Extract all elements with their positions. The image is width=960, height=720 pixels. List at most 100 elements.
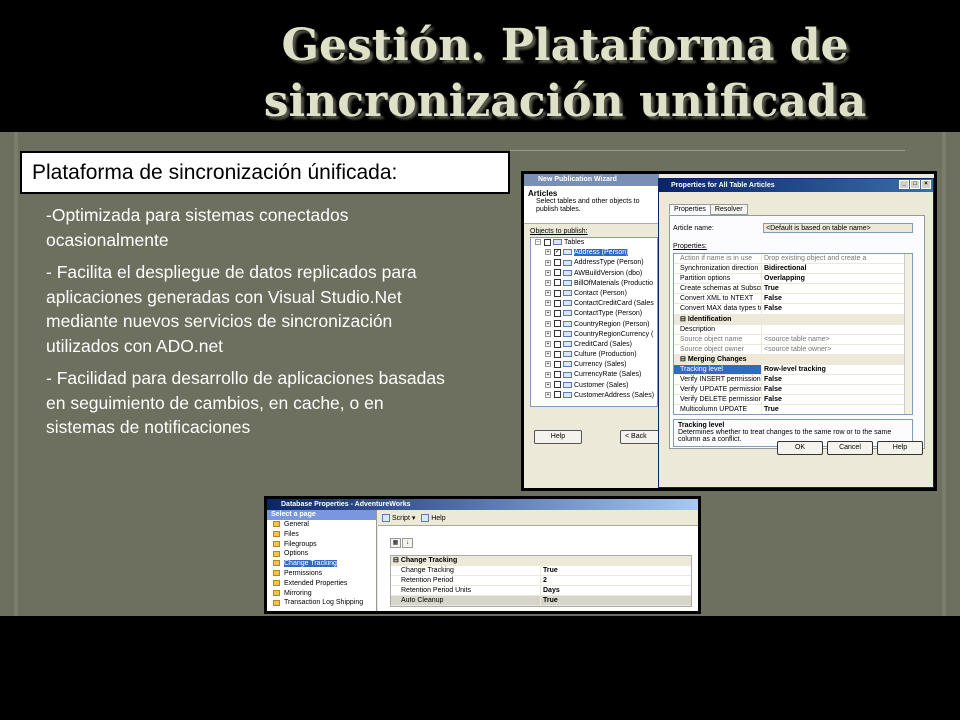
grid-scrollbar[interactable] [904, 254, 912, 414]
script-icon[interactable] [382, 514, 390, 523]
tree-item[interactable]: + Customer (Sales) [531, 381, 657, 391]
property-value[interactable]: True [541, 566, 691, 575]
expand-icon[interactable]: + [545, 269, 551, 276]
property-value[interactable]: False [762, 395, 912, 404]
objects-tree[interactable]: − Tables + ✓ Address (Person) + AddressType (… [530, 237, 658, 407]
page-item[interactable]: Options [267, 549, 376, 559]
checkbox[interactable] [554, 320, 561, 328]
tree-item[interactable]: + BillOfMaterials (Productio [531, 279, 657, 289]
grid-row[interactable]: Source object name <source table name> [674, 334, 912, 345]
expand-icon[interactable]: + [545, 249, 551, 256]
property-value[interactable]: False [762, 375, 912, 384]
property-value[interactable]: False [762, 385, 912, 394]
page-item[interactable]: General [267, 520, 376, 530]
property-value[interactable]: Overlapping [762, 274, 912, 283]
help-button[interactable]: Help [877, 441, 923, 455]
property-value[interactable]: False [762, 304, 912, 313]
checkbox[interactable] [554, 391, 561, 399]
alphabetical-icon[interactable]: ↓ [402, 538, 413, 548]
categorized-icon[interactable]: ▦ [390, 538, 401, 548]
expand-icon[interactable]: + [545, 341, 551, 348]
tab-resolver[interactable]: Resolver [709, 204, 748, 215]
grid-row[interactable]: Change Tracking True [391, 566, 691, 576]
page-item[interactable]: Transaction Log Shipping [267, 598, 376, 608]
property-value[interactable]: True [762, 284, 912, 293]
script-button[interactable]: Script [392, 515, 410, 522]
article-name-field[interactable]: <Default is based on table name> [763, 223, 913, 233]
tree-item[interactable]: + CurrencyRate (Sales) [531, 370, 657, 380]
checkbox[interactable] [554, 279, 561, 287]
page-item[interactable]: Filegroups [267, 540, 376, 550]
checkbox[interactable] [554, 340, 561, 348]
expand-icon[interactable]: + [545, 279, 551, 286]
checkbox[interactable] [554, 350, 561, 358]
grid-row[interactable]: Convert MAX data types to N False [674, 304, 912, 315]
expand-icon[interactable]: + [545, 259, 551, 266]
checkbox[interactable] [554, 269, 561, 277]
help-icon[interactable] [421, 514, 430, 523]
property-value[interactable]: True [762, 405, 912, 414]
checkbox[interactable] [554, 259, 561, 267]
grid-row[interactable]: Verify INSERT permission False [674, 375, 912, 386]
checkbox[interactable] [554, 330, 561, 338]
checkbox[interactable] [544, 238, 551, 246]
tree-item[interactable]: + Culture (Production) [531, 350, 657, 360]
checkbox[interactable] [554, 289, 561, 297]
tab-properties[interactable]: Properties [669, 204, 711, 215]
expand-icon[interactable]: + [545, 391, 551, 398]
grid-row[interactable]: Verify DELETE permission False [674, 395, 912, 406]
page-item[interactable]: Files [267, 530, 376, 540]
close-icon[interactable]: × [921, 180, 931, 189]
grid-row[interactable]: Synchronization direction Bidirectional [674, 264, 912, 275]
grid-row[interactable]: Source object owner <source table owner> [674, 344, 912, 355]
grid-row[interactable]: Create schemas at SubscribeTrue [674, 284, 912, 295]
tree-item[interactable]: + ✓ Address (Person) [531, 248, 657, 258]
expand-icon[interactable]: + [545, 320, 551, 327]
expand-icon[interactable]: + [545, 310, 551, 317]
tree-item[interactable]: + CreditCard (Sales) [531, 340, 657, 350]
minimize-icon[interactable]: _ [899, 180, 909, 189]
db-help-button[interactable]: Help [431, 515, 445, 522]
tree-item[interactable]: + CountryRegionCurrency ( [531, 330, 657, 340]
grid-row[interactable]: Auto Cleanup True [391, 596, 691, 606]
tree-item[interactable]: + CustomerAddress (Sales) [531, 391, 657, 401]
tree-item[interactable]: + AWBuildVersion (dbo) [531, 269, 657, 279]
page-item[interactable]: Permissions [267, 569, 376, 579]
wizard-help-button[interactable]: Help [534, 430, 582, 444]
tree-root[interactable]: − Tables [531, 238, 657, 248]
grid-row[interactable]: Convert XML to NTEXT False [674, 294, 912, 305]
page-item[interactable]: Extended Properties [267, 579, 376, 589]
grid-row[interactable]: Description [674, 324, 912, 335]
property-value[interactable]: 2 [541, 576, 691, 585]
tree-item[interactable]: + CountryRegion (Person) [531, 320, 657, 330]
expand-icon[interactable]: + [545, 351, 551, 358]
expand-icon[interactable]: + [545, 300, 551, 307]
checkbox[interactable] [554, 309, 561, 317]
page-item[interactable]: Change Tracking [267, 559, 376, 569]
property-grid[interactable]: Action if name is in use Drop existing ob… [673, 253, 913, 415]
checkbox[interactable] [554, 299, 561, 307]
tree-item[interactable]: + Contact (Person) [531, 289, 657, 299]
expand-icon[interactable]: + [545, 330, 551, 337]
property-value[interactable]: Row-level tracking [762, 365, 912, 374]
property-value[interactable]: <source table owner> [762, 345, 912, 354]
expand-icon[interactable]: + [545, 381, 551, 388]
grid-row[interactable]: Multicolumn UPDATE True [674, 405, 912, 414]
tree-item[interactable]: + Currency (Sales) [531, 360, 657, 370]
tree-item[interactable]: + ContactType (Person) [531, 309, 657, 319]
property-value[interactable]: Days [541, 586, 691, 595]
tree-item[interactable]: + ContactCreditCard (Sales [531, 299, 657, 309]
expand-icon[interactable]: + [545, 361, 551, 368]
grid-category[interactable]: ⊟ Change Tracking [391, 556, 691, 566]
maximize-icon[interactable]: □ [910, 180, 920, 189]
page-item[interactable]: Mirroring [267, 589, 376, 599]
property-value[interactable] [762, 325, 912, 334]
property-value[interactable]: <source table name> [762, 335, 912, 344]
collapse-icon[interactable]: − [535, 239, 541, 246]
grid-category[interactable]: ⊟ Identification [674, 314, 912, 325]
property-value[interactable]: Drop existing object and create a [762, 254, 912, 263]
grid-row[interactable]: Action if name is in use Drop existing ob… [674, 254, 912, 265]
expand-icon[interactable]: + [545, 290, 551, 297]
checkbox[interactable]: ✓ [554, 248, 561, 256]
grid-row[interactable]: Retention Period Units Days [391, 586, 691, 596]
